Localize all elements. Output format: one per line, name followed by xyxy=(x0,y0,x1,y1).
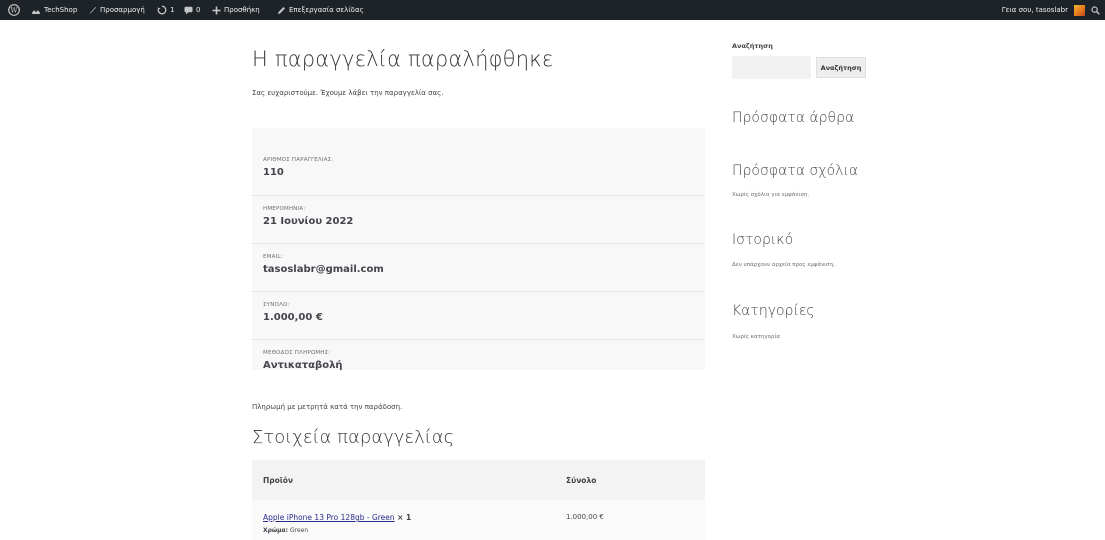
variation-label: Χρώμα: xyxy=(263,527,289,534)
search-button[interactable]: Αναζήτηση xyxy=(816,57,866,78)
archives-title: Ιστορικό xyxy=(732,232,794,248)
payment-method-item: ΜΕΘΟΔΟΣ ΠΛΗΡΩΜΗΣ: Αντικαταβολή xyxy=(252,339,705,371)
payment-method-label: ΜΕΘΟΔΟΣ ΠΛΗΡΩΜΗΣ: xyxy=(263,350,331,356)
order-email-label: EMAIL: xyxy=(263,254,283,260)
recent-comments-empty: Χωρίς σχόλια για εμφάνιση. xyxy=(732,192,810,198)
site-name-menu[interactable]: TechShop xyxy=(31,0,77,20)
search-input[interactable] xyxy=(732,56,811,79)
payment-note: Πληρωμή με μετρητά κατά την παράδοση. xyxy=(252,403,403,411)
avatar xyxy=(1074,4,1085,16)
customize-label: Προσαρμογή xyxy=(100,6,145,14)
greeting-text: Γεια σου, tasoslabr xyxy=(1001,6,1068,14)
search-label: Αναζήτηση xyxy=(732,42,773,50)
zigzag-border-bottom xyxy=(252,367,705,373)
site-name: TechShop xyxy=(44,6,78,14)
order-details-table: Προϊόν Σύνολο Apple iPhone 13 Pro 128gb … xyxy=(252,460,705,540)
page-title: Η παραγγελία παραλήφθηκε xyxy=(252,47,554,71)
updates-icon xyxy=(157,5,167,15)
order-total-label: ΣΥΝΟΛΟ: xyxy=(263,302,290,308)
account-menu[interactable]: Γεια σου, tasoslabr xyxy=(1002,0,1085,20)
recent-posts-title: Πρόσφατα άρθρα xyxy=(732,110,855,126)
order-date-value: 21 Ιουνίου 2022 xyxy=(263,216,354,227)
admin-bar: W TechShop Προσαρμογή 1 0 Προσθήκη Επεξε… xyxy=(0,0,1105,20)
order-total-item: ΣΥΝΟΛΟ: 1.000,00 € xyxy=(252,291,705,339)
column-product: Προϊόν xyxy=(263,476,293,485)
dashboard-icon xyxy=(32,8,40,14)
order-email-item: EMAIL: tasoslabr@gmail.com xyxy=(252,243,705,291)
order-total-value: 1.000,00 € xyxy=(263,312,323,323)
archives-empty: Δεν υπάρχουν αρχεία προς εμφάνιση. xyxy=(732,262,835,268)
svg-text:W: W xyxy=(10,7,18,15)
order-number-value: 110 xyxy=(263,167,284,178)
comments-link[interactable]: 0 xyxy=(184,0,200,20)
categories-title: Κατηγορίες xyxy=(732,303,815,319)
recent-comments-title: Πρόσφατα σχόλια xyxy=(732,163,859,179)
wordpress-logo-icon[interactable]: W xyxy=(8,0,20,20)
table-header: Προϊόν Σύνολο xyxy=(252,460,705,500)
order-number-item: ΑΡΙΘΜΟΣ ΠΑΡΑΓΓΕΛΙΑΣ: 110 xyxy=(252,147,705,195)
plus-icon xyxy=(212,6,221,14)
order-details-title: Στοιχεία παραγγελίας xyxy=(252,427,455,448)
table-row: Apple iPhone 13 Pro 128gb - Green × 1 Χρ… xyxy=(252,500,705,540)
order-email-value: tasoslabr@gmail.com xyxy=(263,264,384,275)
updates-count: 1 xyxy=(170,6,175,14)
updates-link[interactable]: 1 xyxy=(157,0,174,20)
order-overview: ΑΡΙΘΜΟΣ ΠΑΡΑΓΓΕΛΙΑΣ: 110 ΗΜΕΡΟΜΗΝΙΑ: 21 … xyxy=(252,125,705,373)
product-cell: Apple iPhone 13 Pro 128gb - Green × 1 xyxy=(263,513,411,522)
edit-label: Επεξεργασία σελίδας xyxy=(289,6,364,14)
order-date-label: ΗΜΕΡΟΜΗΝΙΑ: xyxy=(263,206,306,212)
product-quantity: × 1 xyxy=(397,513,412,522)
order-date-item: ΗΜΕΡΟΜΗΝΙΑ: 21 Ιουνίου 2022 xyxy=(252,195,705,243)
new-content-link[interactable]: Προσθήκη xyxy=(212,0,260,20)
edit-page-link[interactable]: Επεξεργασία σελίδας xyxy=(277,0,364,20)
customize-link[interactable]: Προσαρμογή xyxy=(88,0,145,20)
comments-count: 0 xyxy=(196,6,201,14)
comment-icon xyxy=(184,6,193,14)
admin-search-icon[interactable] xyxy=(1091,0,1100,20)
column-total: Σύνολο xyxy=(566,476,597,485)
product-variation: Χρώμα: Green xyxy=(263,527,308,534)
thank-you-message: Σας ευχαριστούμε. Έχουμε λάβει την παραγ… xyxy=(252,89,444,97)
product-total: 1.000,00 € xyxy=(566,513,604,521)
pencil-icon xyxy=(278,6,285,14)
zigzag-border-top xyxy=(252,125,705,131)
new-label: Προσθήκη xyxy=(224,6,260,14)
order-number-label: ΑΡΙΘΜΟΣ ΠΑΡΑΓΓΕΛΙΑΣ: xyxy=(263,157,334,163)
category-uncategorized[interactable]: Χωρίς κατηγορία xyxy=(732,334,780,340)
variation-value: Green xyxy=(290,527,309,534)
product-link[interactable]: Apple iPhone 13 Pro 128gb - Green xyxy=(263,513,395,522)
brush-icon xyxy=(89,6,96,14)
